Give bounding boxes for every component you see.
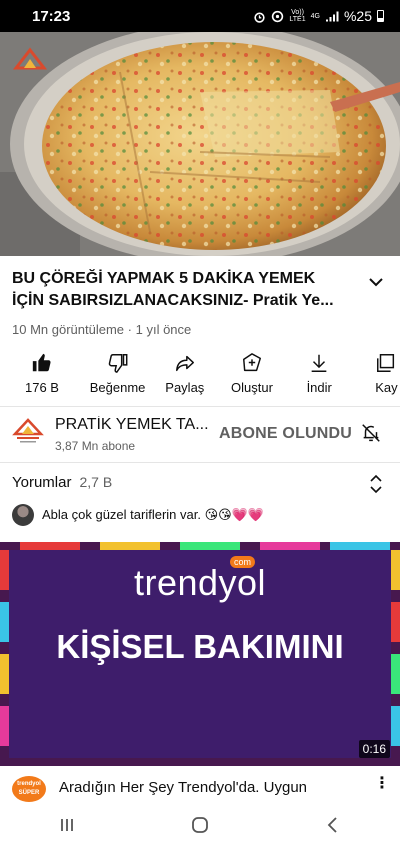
channel-watermark-icon	[12, 47, 48, 70]
advertiser-logo-top: trendyol	[17, 781, 41, 787]
dislike-icon	[108, 354, 128, 373]
ad-brand-logo: trendyol	[133, 562, 267, 603]
create-label: Oluştur	[231, 380, 273, 395]
download-label: İndir	[306, 380, 332, 395]
network-type-label: 4G	[310, 12, 320, 20]
ad-duration: 0:16	[358, 740, 390, 758]
download-button[interactable]: İndir	[286, 352, 353, 398]
alarm-icon	[254, 11, 266, 23]
channel-name[interactable]: PRATİK YEMEK TA...	[55, 416, 215, 434]
video-title[interactable]: BU ÇÖREĞİ YAPMAK 5 DAKİKA YEMEK İÇİN SAB…	[12, 268, 346, 312]
signal-icon	[325, 11, 339, 21]
like-button[interactable]: 176 B	[0, 352, 84, 398]
create-button[interactable]: Oluştur	[218, 352, 285, 398]
dislike-label: Beğenme	[89, 380, 146, 395]
upload-age: 1 yıl önce	[135, 322, 192, 337]
battery-icon	[377, 10, 384, 22]
video-player[interactable]	[0, 32, 400, 256]
network-label: Vo)) LTE1	[289, 9, 305, 23]
save-button[interactable]: Kay	[353, 352, 400, 398]
data-saver-icon	[272, 10, 284, 22]
battery-percent: %25	[343, 8, 372, 24]
bell-off-icon[interactable]	[360, 422, 382, 444]
top-comment: Abla çok güzel tariflerin var. 😘😘💗💗	[42, 507, 265, 522]
back-icon[interactable]	[323, 815, 343, 835]
save-label: Kay	[375, 380, 398, 395]
divider	[0, 462, 400, 463]
share-button[interactable]: Paylaş	[151, 352, 218, 398]
like-count: 176 B	[25, 380, 59, 395]
share-icon	[175, 355, 194, 372]
system-nav-bar	[0, 806, 400, 844]
video-thumbnail-image	[0, 32, 400, 256]
status-time: 17:23	[32, 7, 71, 25]
comments-count: 2,7 B	[79, 474, 113, 490]
lte-label: LTE1	[289, 16, 306, 23]
status-icons: Vo)) LTE1 4G %25	[253, 8, 384, 24]
expand-collapse-icon[interactable]	[368, 474, 384, 494]
chevron-down-icon[interactable]	[364, 270, 388, 294]
dislike-button[interactable]: Beğenme	[84, 352, 151, 398]
ad-video[interactable]: trendyol com KİŞİSEL BAKIMINI 0:16	[0, 542, 400, 766]
video-title-row[interactable]: BU ÇÖREĞİ YAPMAK 5 DAKİKA YEMEK İÇİN SAB…	[12, 268, 388, 312]
like-icon	[32, 353, 51, 372]
create-icon	[243, 353, 261, 372]
ad-headline: KİŞİSEL BAKIMINI	[56, 628, 344, 665]
channel-row[interactable]: PRATİK YEMEK TA... 3,87 Mn abone ABONE O…	[0, 408, 400, 458]
comments-title: Yorumlar	[12, 474, 72, 491]
comments-section[interactable]: Yorumlar 2,7 B Abla çok güzel tariflerin …	[0, 464, 400, 540]
advertiser-logo[interactable]: trendyol SÜPER	[12, 776, 46, 802]
ad-title[interactable]: Aradığın Her Şey Trendyol'da. Uygun	[59, 779, 307, 796]
save-icon	[377, 354, 395, 372]
action-bar: 176 B Beğenme Paylaş Oluştur İndir Kay	[0, 352, 400, 398]
advertiser-logo-bottom: SÜPER	[18, 790, 40, 796]
download-icon	[311, 354, 327, 372]
video-metadata[interactable]: 10 Mn görüntüleme · 1 yıl önce	[12, 322, 191, 337]
meta-separator: ·	[127, 322, 132, 337]
subscriber-count: 3,87 Mn abone	[55, 439, 136, 453]
view-count: 10 Mn görüntüleme	[12, 322, 125, 337]
commenter-avatar	[12, 504, 34, 526]
channel-avatar[interactable]	[12, 416, 44, 448]
ad-info-row[interactable]: trendyol SÜPER Aradığın Her Şey Trendyol…	[0, 772, 400, 806]
more-options-icon[interactable]: ⋮	[374, 776, 390, 792]
recent-apps-icon[interactable]	[57, 815, 77, 835]
volte-label: Vo))	[291, 9, 304, 16]
subscribed-button[interactable]: ABONE OLUNDU	[219, 425, 352, 443]
home-icon[interactable]	[190, 815, 210, 835]
divider	[0, 406, 400, 407]
share-label: Paylaş	[165, 380, 205, 395]
ad-brand-suffix: com	[230, 556, 256, 568]
comments-header: Yorumlar 2,7 B	[12, 474, 112, 491]
status-bar: 17:23 Vo)) LTE1 4G %25	[0, 0, 400, 32]
